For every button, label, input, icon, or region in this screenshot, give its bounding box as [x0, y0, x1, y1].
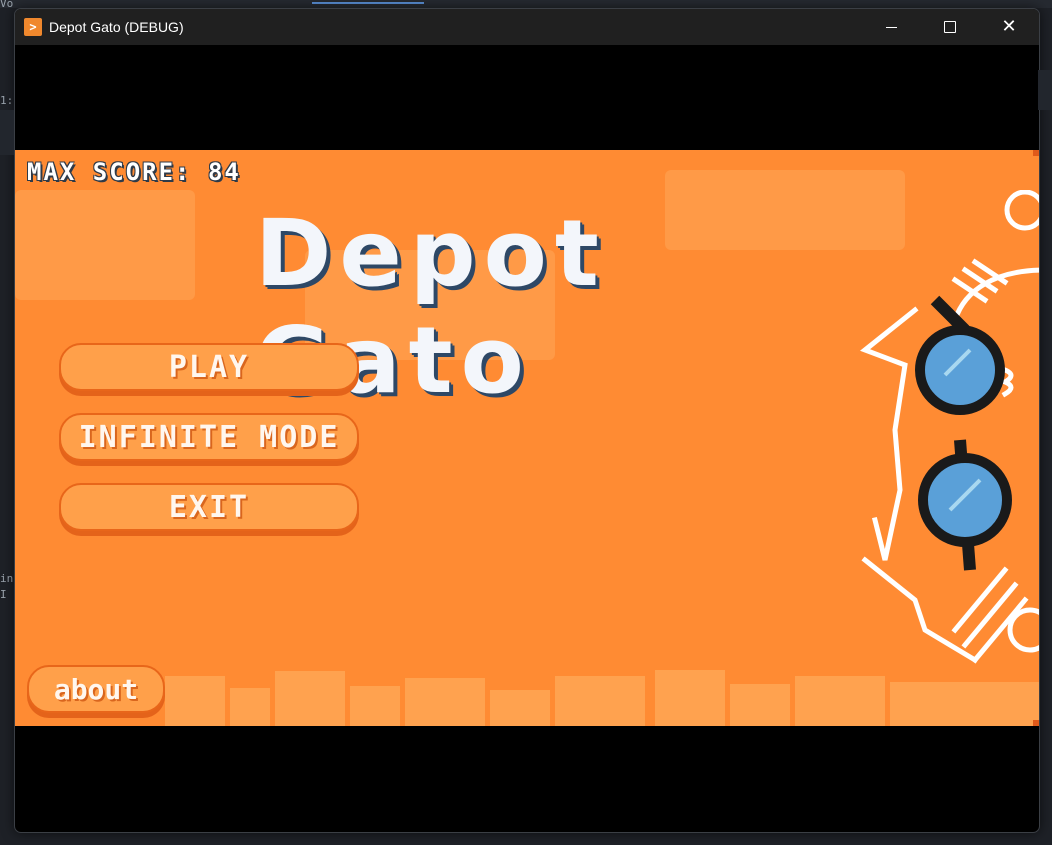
- about-button[interactable]: about: [27, 665, 165, 713]
- maximize-button[interactable]: [921, 9, 979, 45]
- background-ide-strip: [0, 0, 1052, 8]
- ide-active-tab-indicator: [312, 2, 424, 4]
- ide-text-fragment: in: [0, 572, 14, 585]
- viewport-edge-marker: [1033, 150, 1039, 156]
- app-icon: >: [24, 18, 42, 36]
- infinite-mode-button[interactable]: INFINITE MODE: [59, 413, 359, 461]
- play-button[interactable]: PLAY: [59, 343, 359, 391]
- ide-gutter: [0, 110, 14, 155]
- maximize-icon: [944, 21, 956, 33]
- max-score-label: MAX SCORE: 84: [27, 158, 241, 186]
- cat-doodle-icon: [860, 190, 1039, 664]
- game-window: > Depot Gato (DEBUG) ✕ MAX SCORE: 84 Dep…: [14, 8, 1040, 833]
- ide-text-fragment: Vo: [0, 0, 14, 10]
- game-viewport: MAX SCORE: 84 Depot Gato PLAY INFINITE M…: [15, 150, 1039, 726]
- close-button[interactable]: ✕: [980, 9, 1038, 45]
- ide-text-fragment: I: [0, 588, 7, 601]
- viewport-edge-marker: [1033, 720, 1039, 726]
- minimize-button[interactable]: [862, 9, 920, 45]
- exit-button[interactable]: EXIT: [59, 483, 359, 531]
- cloud-decoration: [15, 190, 195, 300]
- close-icon: ✕: [1001, 16, 1017, 37]
- minimize-icon: [885, 26, 897, 28]
- sunglasses-icon: [915, 295, 1012, 571]
- ide-gutter: [1038, 70, 1052, 110]
- title-bar[interactable]: > Depot Gato (DEBUG) ✕: [15, 9, 1039, 45]
- window-title: Depot Gato (DEBUG): [49, 19, 184, 35]
- ide-text-fragment: 1:: [0, 94, 14, 107]
